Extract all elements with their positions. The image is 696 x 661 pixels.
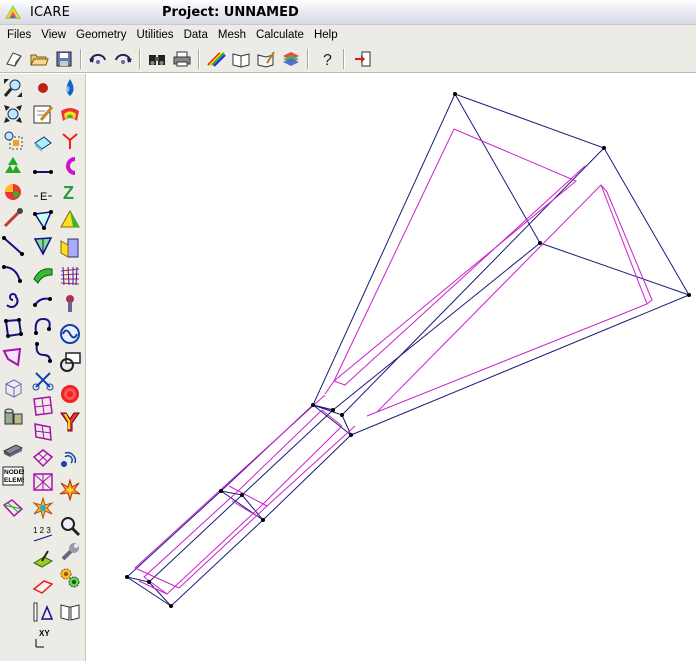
recycle-icon[interactable] bbox=[1, 154, 25, 178]
arrow-icon[interactable] bbox=[1, 206, 25, 230]
z-letter-icon[interactable]: Z bbox=[58, 180, 82, 204]
menu-bar: Files View Geometry Utilities Data Mesh … bbox=[0, 25, 696, 45]
menu-utilities[interactable]: Utilities bbox=[132, 25, 179, 45]
graphics-viewport[interactable] bbox=[87, 74, 696, 661]
polygon-icon[interactable] bbox=[1, 316, 25, 340]
line-icon[interactable] bbox=[1, 234, 25, 258]
sine-icon[interactable] bbox=[58, 322, 82, 346]
layers-icon[interactable] bbox=[280, 49, 302, 69]
magnet-icon[interactable] bbox=[58, 154, 82, 178]
slab-icon[interactable] bbox=[1, 436, 25, 460]
toolbar: ? bbox=[0, 45, 696, 73]
warped-mesh-icon[interactable] bbox=[31, 446, 55, 470]
drop-icon[interactable] bbox=[58, 76, 82, 100]
nodes-elems-icon[interactable]: NODESELEMS bbox=[1, 464, 25, 488]
grid-patch-icon[interactable] bbox=[31, 394, 55, 418]
cube-icon[interactable] bbox=[1, 376, 25, 400]
print-icon[interactable] bbox=[171, 49, 193, 69]
node-triangle-icon[interactable] bbox=[31, 208, 55, 232]
axes-icon[interactable] bbox=[58, 128, 82, 152]
loop-icon[interactable] bbox=[31, 314, 55, 338]
svg-text:NODES: NODES bbox=[4, 469, 24, 476]
zoom-window-icon[interactable] bbox=[1, 128, 25, 152]
exit-icon[interactable] bbox=[352, 49, 374, 69]
numbering-label: 1 2 3 bbox=[33, 526, 51, 535]
wireframe-model bbox=[125, 92, 691, 608]
help-icon[interactable]: ? bbox=[316, 49, 338, 69]
app-title: ICARE bbox=[30, 5, 71, 20]
arc-icon[interactable] bbox=[1, 262, 25, 286]
menu-files[interactable]: Files bbox=[2, 25, 36, 45]
project-title: Project: UNNAMED bbox=[162, 5, 299, 20]
xy-axis-icon[interactable]: XY bbox=[31, 626, 55, 650]
section-icon[interactable] bbox=[58, 236, 82, 260]
svg-text:?: ? bbox=[323, 52, 332, 68]
zoom-in-icon[interactable] bbox=[1, 76, 25, 100]
menu-data[interactable]: Data bbox=[179, 25, 213, 45]
binoculars-icon[interactable] bbox=[146, 49, 168, 69]
probe-icon[interactable] bbox=[58, 292, 82, 316]
curve-arrow-icon[interactable] bbox=[31, 288, 55, 312]
axis-text-label: E bbox=[40, 191, 47, 203]
warped-grid-icon[interactable] bbox=[31, 420, 55, 444]
tool-palette: NODESELEMS E bbox=[0, 74, 86, 661]
spiral-icon[interactable] bbox=[1, 288, 25, 312]
arrow-plane-icon[interactable] bbox=[31, 548, 55, 572]
explode-mesh-icon[interactable] bbox=[31, 470, 55, 494]
gears-icon[interactable] bbox=[58, 566, 82, 590]
measure-icon[interactable] bbox=[31, 160, 55, 184]
rotate-left-icon[interactable] bbox=[87, 49, 109, 69]
outer-wireframe bbox=[126, 93, 690, 607]
xy-axis-label: XY bbox=[39, 629, 50, 638]
scissors-icon[interactable] bbox=[31, 368, 55, 392]
svg-text:ELEMS: ELEMS bbox=[4, 477, 24, 484]
green-surface-icon[interactable] bbox=[31, 262, 55, 286]
rainbow-icon[interactable] bbox=[205, 49, 227, 69]
surface-icon[interactable] bbox=[1, 346, 25, 370]
edit-icon[interactable] bbox=[31, 102, 55, 126]
z-letter-label: Z bbox=[63, 183, 74, 203]
open-book-icon[interactable] bbox=[230, 49, 252, 69]
open-folder-icon[interactable] bbox=[28, 49, 50, 69]
explode-icon[interactable] bbox=[31, 496, 55, 520]
mesh-patch-icon[interactable] bbox=[1, 496, 25, 520]
bent-curve-icon[interactable] bbox=[31, 340, 55, 364]
axis-text-icon[interactable]: E bbox=[31, 184, 55, 208]
new-file-icon[interactable] bbox=[3, 49, 25, 69]
point-icon[interactable] bbox=[31, 76, 55, 100]
prism-icon[interactable] bbox=[58, 208, 82, 232]
title-bar: ICARE Project: UNNAMED bbox=[0, 0, 696, 25]
star-burst-icon[interactable] bbox=[58, 478, 82, 502]
radar-icon[interactable] bbox=[58, 446, 82, 470]
y-shape-icon[interactable] bbox=[58, 410, 82, 434]
ruler-triangle-icon[interactable] bbox=[31, 600, 55, 624]
menu-view[interactable]: View bbox=[36, 25, 71, 45]
menu-mesh[interactable]: Mesh bbox=[213, 25, 251, 45]
net-icon[interactable] bbox=[58, 264, 82, 288]
triangle-mesh-icon[interactable] bbox=[31, 234, 55, 258]
screen-icon[interactable] bbox=[58, 350, 82, 374]
numbering-icon[interactable]: 1 2 3 bbox=[31, 522, 55, 546]
colored-surface-icon[interactable] bbox=[58, 102, 82, 126]
edit-book-icon[interactable] bbox=[255, 49, 277, 69]
magnifier-icon[interactable] bbox=[58, 514, 82, 538]
target-icon[interactable] bbox=[58, 382, 82, 406]
menu-calculate[interactable]: Calculate bbox=[251, 25, 309, 45]
book-icon[interactable] bbox=[58, 600, 82, 624]
app-logo-icon bbox=[5, 5, 21, 19]
wrench-icon[interactable] bbox=[58, 540, 82, 564]
save-disk-icon[interactable] bbox=[53, 49, 75, 69]
menu-geometry[interactable]: Geometry bbox=[71, 25, 132, 45]
color-sphere-icon[interactable] bbox=[1, 180, 25, 204]
zoom-out-icon[interactable] bbox=[1, 102, 25, 126]
red-plane-icon[interactable] bbox=[31, 574, 55, 598]
rotate-right-icon[interactable] bbox=[112, 49, 134, 69]
cylinder-icon[interactable] bbox=[1, 404, 25, 428]
menu-help[interactable]: Help bbox=[309, 25, 343, 45]
face-icon[interactable] bbox=[31, 132, 55, 156]
